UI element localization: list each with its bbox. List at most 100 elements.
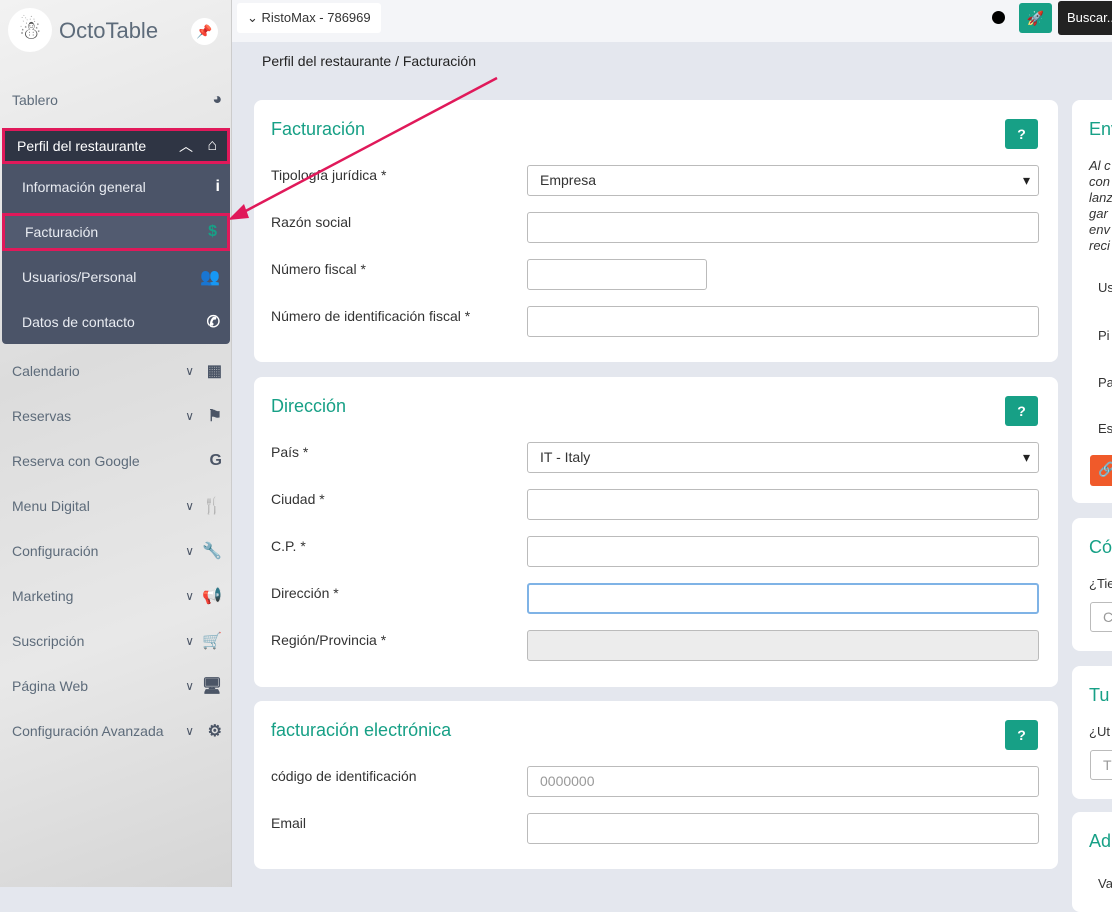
info-icon: i	[215, 178, 220, 195]
postal-code-input[interactable]	[527, 536, 1039, 567]
company-name-input[interactable]	[527, 212, 1039, 243]
chevron-down-icon: ∨	[185, 364, 194, 378]
label: Reservas	[12, 408, 72, 424]
address-input[interactable]	[527, 583, 1039, 614]
sidebar-item-usuarios[interactable]: Usuarios/Personal 👥	[2, 259, 230, 295]
chevron-down-icon: ∨	[185, 499, 194, 513]
field-label: Número de identificación fiscal *	[271, 308, 471, 324]
text-input[interactable]: T	[1090, 750, 1112, 780]
label: Suscripción	[12, 633, 85, 649]
sidebar-item-web[interactable]: Página Web ∨ 🖥	[0, 668, 232, 704]
megaphone-icon: 📢	[202, 588, 222, 605]
sidebar-item-facturacion[interactable]: Facturación $	[2, 213, 230, 251]
sidebar-item-tablero[interactable]: Tablero ◕	[0, 82, 232, 118]
label: Reserva con Google	[12, 453, 140, 469]
link-button[interactable]: 🔗	[1090, 455, 1112, 486]
chevron-down-icon: ∨	[185, 634, 194, 648]
label: Datos de contacto	[22, 314, 135, 330]
field-label: Tipología jurídica *	[271, 167, 387, 183]
right-card-2: Có ¿Tie C	[1072, 518, 1112, 651]
sidebar-item-info[interactable]: Información general i	[2, 169, 230, 205]
field-label: Razón social	[271, 214, 352, 230]
field-label: Ciudad *	[271, 491, 325, 507]
label: Configuración Avanzada	[12, 723, 164, 739]
cart-icon: 🛒	[202, 633, 222, 650]
sidebar-item-perfil[interactable]: Perfil del restaurante ︿ ⌂	[2, 128, 230, 164]
field-label: Dirección *	[271, 585, 339, 601]
label: Usuarios/Personal	[22, 269, 137, 285]
brand-name: OctoTable	[59, 18, 159, 43]
monitor-icon: 🖥	[201, 678, 222, 695]
right-card-4: Ad Va	[1072, 812, 1112, 912]
label: Página Web	[12, 678, 89, 694]
code-input[interactable]: C	[1090, 602, 1112, 632]
field-label: País *	[271, 444, 309, 460]
region-input[interactable]	[527, 630, 1039, 661]
restaurant-selector[interactable]: ⌄ RistoMax - 786969	[237, 3, 381, 33]
search-input[interactable]: Buscar...	[1058, 1, 1112, 35]
tax-id-input[interactable]	[527, 306, 1039, 337]
field-label: C.P. *	[271, 538, 306, 554]
city-input[interactable]	[527, 489, 1039, 520]
legal-type-select[interactable]: Empresa	[527, 165, 1039, 196]
flag-icon: ⚑	[207, 408, 222, 425]
id-code-input[interactable]: 0000000	[527, 766, 1039, 797]
label: Configuración	[12, 543, 99, 559]
restaurant-name: RistoMax - 786969	[261, 10, 371, 25]
chevron-down-icon: ∨	[185, 589, 194, 603]
chevron-down-icon: ∨	[185, 544, 194, 558]
chevron-down-icon: ∨	[185, 409, 194, 423]
rocket-button[interactable]: 🚀	[1019, 3, 1052, 33]
gears-icon: ⚙	[207, 723, 222, 740]
row-label: Es	[1098, 421, 1112, 436]
breadcrumb: Perfil del restaurante / Facturación	[262, 53, 476, 69]
label: Calendario	[12, 363, 80, 379]
status-dot-icon	[992, 11, 1005, 24]
label: Menu Digital	[12, 498, 90, 514]
description: Al c con lanz gar env reci	[1089, 158, 1112, 253]
address-card: Dirección ? País * IT - Italy Ciudad * C.…	[254, 377, 1058, 687]
row-label: Pi	[1098, 328, 1110, 343]
chevron-up-icon: ︿	[179, 138, 193, 154]
chevron-down-icon: ∨	[185, 724, 194, 738]
email-input[interactable]	[527, 813, 1039, 844]
right-card-3: Tu ¿Ut T	[1072, 666, 1112, 799]
einvoice-card: facturación electrónica ? código de iden…	[254, 701, 1058, 869]
help-button[interactable]: ?	[1005, 119, 1038, 149]
row-label: Pa	[1098, 375, 1112, 390]
sidebar-item-google[interactable]: Reserva con Google G	[0, 443, 232, 479]
tax-number-input[interactable]	[527, 259, 707, 290]
label: Perfil del restaurante	[17, 138, 147, 154]
card-title: facturación electrónica	[271, 720, 452, 740]
label: Facturación	[25, 224, 99, 240]
question: ¿Ut	[1089, 724, 1110, 739]
google-icon: G	[209, 452, 222, 469]
pin-icon[interactable]: 📌	[191, 18, 218, 45]
sidebar-item-calendario[interactable]: Calendario ∨ ▦	[0, 353, 232, 389]
sidebar-item-menu[interactable]: Menu Digital ∨ 🍴	[0, 488, 232, 524]
sidebar-item-contacto[interactable]: Datos de contacto ✆	[2, 304, 230, 340]
help-button[interactable]: ?	[1005, 396, 1038, 426]
country-select[interactable]: IT - Italy	[527, 442, 1039, 473]
help-button[interactable]: ?	[1005, 720, 1038, 750]
submenu: Información general i Facturación $ Usuari…	[2, 164, 230, 344]
sidebar-item-reservas[interactable]: Reservas ∨ ⚑	[0, 398, 232, 434]
calendar-icon: ▦	[206, 363, 222, 380]
field-label: Región/Provincia *	[271, 632, 387, 648]
card-title: Ad	[1089, 831, 1112, 851]
field-label: código de identificación	[271, 768, 417, 784]
sidebar-item-avanzada[interactable]: Configuración Avanzada ∨ ⚙	[0, 713, 232, 749]
sidebar: ☃ OctoTable 📌 Tablero ◕ Perfil del restau…	[0, 0, 232, 887]
chevron-down-icon: ∨	[185, 679, 194, 693]
row-label: Va	[1098, 876, 1112, 891]
field-label: Número fiscal *	[271, 261, 366, 277]
right-card-1: Env Al cconlanzgarenvreci Us Pi Pa Es 🔗	[1072, 100, 1112, 503]
octotable-logo: ☃	[8, 8, 52, 52]
sidebar-item-config[interactable]: Configuración ∨ 🔧	[0, 533, 232, 569]
billing-card: Facturación ? Tipología jurídica * Empres…	[254, 100, 1058, 362]
home-icon: ⌂	[207, 137, 217, 154]
sidebar-item-marketing[interactable]: Marketing ∨ 📢	[0, 578, 232, 614]
dashboard-icon: ◕	[212, 91, 222, 108]
sidebar-item-suscripcion[interactable]: Suscripción ∨ 🛒	[0, 623, 232, 659]
label: Marketing	[12, 588, 74, 604]
